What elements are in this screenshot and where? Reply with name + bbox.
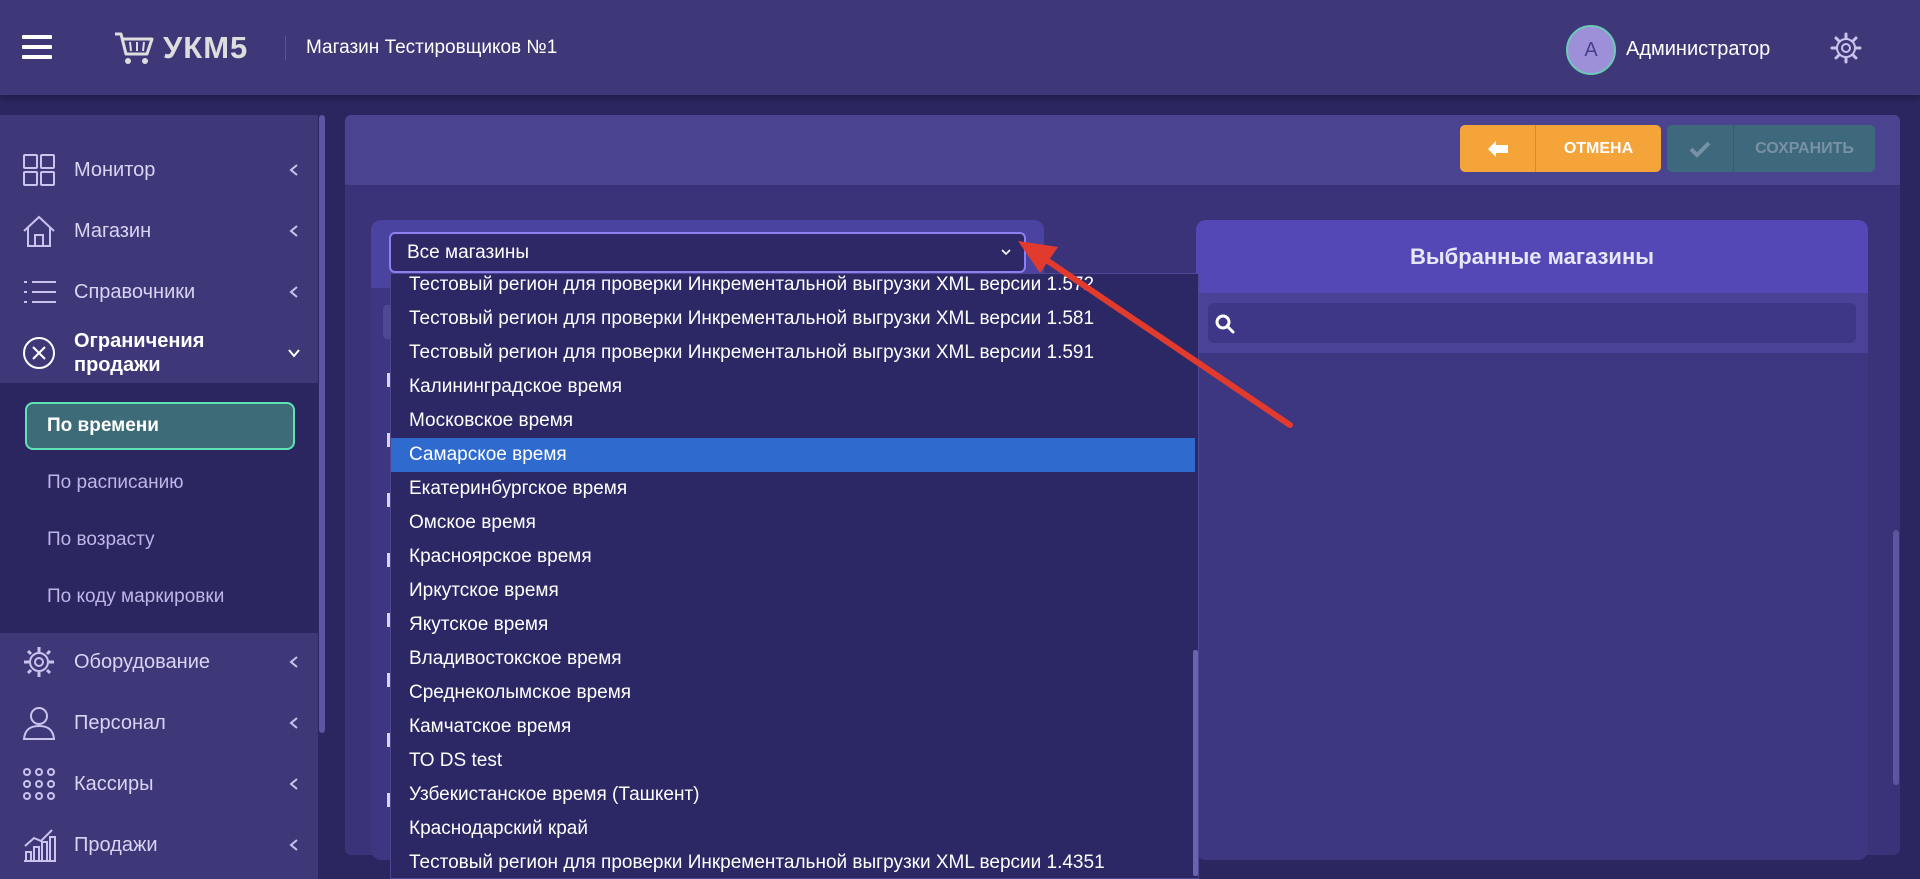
list-item[interactable] xyxy=(371,417,391,465)
dropdown-option[interactable]: Камчатское время xyxy=(391,710,1195,744)
sidebar-item-sale-restrictions[interactable]: Ограничения продажи xyxy=(0,323,318,383)
sidebar-item-label: Продажи xyxy=(74,833,158,856)
chevron-down-icon xyxy=(288,349,300,358)
dropdown-option[interactable]: Омское время xyxy=(391,506,1195,540)
sidebar-item-label: Оборудование xyxy=(74,650,211,673)
sidebar-item-label: Монитор xyxy=(74,158,156,181)
chevron-left-icon xyxy=(289,286,298,298)
dropdown-option[interactable]: Красноярское время xyxy=(391,540,1195,574)
list-item[interactable] xyxy=(371,777,391,825)
logo: УКМ5 xyxy=(113,28,248,68)
store-filter-select[interactable]: Все магазины xyxy=(389,232,1026,273)
dropdown-option-highlighted[interactable]: Самарское время xyxy=(391,438,1195,472)
chevron-left-icon xyxy=(289,778,298,790)
logo-text: УКМ5 xyxy=(163,30,249,65)
chevron-left-icon xyxy=(289,656,298,668)
list-item[interactable] xyxy=(371,657,391,705)
store-name[interactable]: Магазин Тестировщиков №1 xyxy=(306,37,557,59)
cancel-button[interactable]: ОТМЕНА xyxy=(1460,125,1661,172)
store-filter-value: Все магазины xyxy=(407,241,529,263)
dropdown-option[interactable]: Якутское время xyxy=(391,608,1195,642)
sidebar-item-equipment[interactable]: Оборудование xyxy=(0,632,318,692)
circle-x-icon xyxy=(23,337,55,369)
avatar[interactable]: А xyxy=(1566,25,1616,75)
dropdown-scrollbar[interactable] xyxy=(1193,650,1198,876)
dropdown-option[interactable]: Иркутское время xyxy=(391,574,1195,608)
sidebar-item-staff[interactable]: Персонал xyxy=(0,693,318,753)
dropdown-option[interactable]: Тестовый регион для проверки Инкрементал… xyxy=(391,846,1195,878)
sidebar-item-directories[interactable]: Справочники xyxy=(0,262,318,322)
sidebar-item-cashiers[interactable]: Кассиры xyxy=(0,754,318,814)
username[interactable]: Администратор xyxy=(1626,38,1770,61)
grid-icon xyxy=(23,154,55,186)
sidebar-item-monitor[interactable]: Монитор xyxy=(0,140,318,200)
chevron-left-icon xyxy=(289,717,298,729)
sidebar-item-label: Ограничения продажи xyxy=(74,330,205,376)
sidebar-scrollbar[interactable] xyxy=(319,115,325,733)
submenu-item-by-marking-code[interactable]: По коду маркировки xyxy=(47,586,224,608)
submenu-item-by-schedule[interactable]: По расписанию xyxy=(47,472,183,494)
submenu-item-by-age[interactable]: По возрасту xyxy=(47,529,155,551)
submenu-item-by-time[interactable]: По времени xyxy=(25,402,295,450)
main-scrollbar[interactable] xyxy=(1893,530,1899,785)
hamburger-menu-icon[interactable] xyxy=(22,35,52,59)
list-item[interactable] xyxy=(371,477,391,525)
list-item[interactable] xyxy=(371,357,391,405)
sidebar-item-label: Кассиры xyxy=(74,772,154,795)
house-icon xyxy=(23,215,55,247)
header-divider xyxy=(285,36,286,60)
dropdown-option[interactable]: Краснодарский край xyxy=(391,812,1195,846)
save-button[interactable]: СОХРАНИТЬ xyxy=(1667,125,1875,172)
sidebar-item-sales[interactable]: Продажи xyxy=(0,815,318,875)
annotation-arrow xyxy=(1018,241,1293,428)
checkmark-icon xyxy=(1667,125,1734,172)
dropdown-option[interactable]: Узбекистанское время (Ташкент) xyxy=(391,778,1195,812)
dropdown-option[interactable]: Владивостокское время xyxy=(391,642,1195,676)
chevron-left-icon xyxy=(289,839,298,851)
list-icon xyxy=(24,281,56,303)
gear-icon xyxy=(24,647,54,677)
sidebar-item-label: Магазин xyxy=(74,219,152,242)
settings-gear-icon[interactable] xyxy=(1830,32,1862,64)
save-button-label: СОХРАНИТЬ xyxy=(1755,139,1854,157)
user-icon xyxy=(22,707,56,740)
cancel-button-label: ОТМЕНА xyxy=(1563,139,1634,157)
list-item[interactable] xyxy=(371,597,391,645)
selected-stores-search-input[interactable] xyxy=(1208,303,1856,343)
list-item[interactable] xyxy=(371,717,391,765)
chevron-left-icon xyxy=(289,225,298,237)
list-item[interactable] xyxy=(371,537,391,585)
dots-grid-icon xyxy=(23,768,55,800)
sidebar-item-label: Справочники xyxy=(74,280,196,303)
arrow-left-icon xyxy=(1460,125,1536,172)
chevron-left-icon xyxy=(289,164,298,176)
sidebar-item-store[interactable]: Магазин xyxy=(0,201,318,261)
sidebar-item-label: Персонал xyxy=(74,711,166,734)
cart-icon xyxy=(115,32,154,64)
chart-icon xyxy=(24,829,56,862)
dropdown-option[interactable]: Екатеринбургское время xyxy=(391,472,1195,506)
dropdown-option[interactable]: Среднеколымское время xyxy=(391,676,1195,710)
top-header: УКМ5 Магазин Тестировщиков №1 А Админист… xyxy=(0,0,1920,95)
dropdown-option[interactable]: ТО DS test xyxy=(391,744,1195,778)
